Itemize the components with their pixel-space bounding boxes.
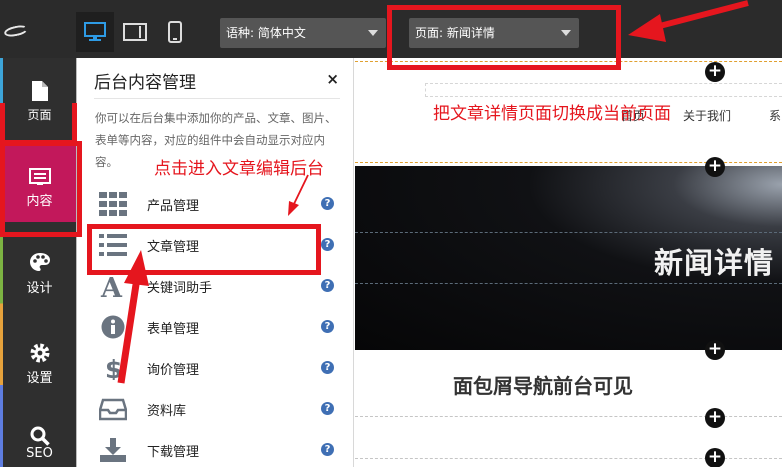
add-section-button[interactable]: +	[705, 408, 725, 428]
highlight-nav-content	[0, 141, 82, 237]
file-icon	[31, 81, 48, 101]
nav-link-more[interactable]: 系	[769, 107, 781, 124]
nav-label-settings: 设置	[26, 371, 53, 386]
brand-logo[interactable]	[3, 20, 68, 42]
tablet-icon	[123, 23, 147, 41]
menu-label-keywords: 关键词助手	[147, 281, 213, 296]
dollar-icon: $	[105, 356, 122, 380]
tablet-view-button[interactable]	[116, 12, 154, 52]
mobile-view-button[interactable]	[156, 12, 194, 52]
nav-label-design: 设计	[26, 281, 53, 296]
menu-label-inquiries: 询价管理	[147, 363, 200, 378]
add-section-button[interactable]: +	[705, 448, 725, 467]
menu-label-library: 资料库	[147, 404, 187, 419]
annotation-enter-article: 点击进入文章编辑后台	[154, 159, 324, 179]
annotation-switch-page: 把文章详情页面切换成当前页面	[433, 104, 671, 124]
menu-label-products: 产品管理	[147, 199, 200, 214]
menu-label-forms: 表单管理	[147, 322, 200, 337]
add-section-button[interactable]: +	[705, 62, 725, 82]
help-icon[interactable]: ?	[321, 443, 334, 456]
add-section-button[interactable]: +	[705, 340, 725, 360]
nav-item-settings[interactable]: 设置	[3, 316, 76, 396]
highlight-article-menu	[87, 224, 321, 275]
info-icon	[101, 315, 125, 339]
search-icon	[30, 426, 50, 446]
help-icon[interactable]: ?	[321, 320, 334, 333]
close-icon[interactable]: ×	[326, 70, 339, 88]
menu-item-inquiries[interactable]: $ 询价管理 ?	[95, 350, 341, 386]
help-icon[interactable]: ?	[321, 238, 334, 251]
breadcrumb: 面包屑导航前台可见	[453, 374, 633, 398]
help-icon[interactable]: ?	[321, 361, 334, 374]
palette-icon	[29, 253, 50, 271]
menu-item-library[interactable]: 资料库 ?	[95, 391, 341, 427]
menu-item-downloads[interactable]: 下载管理 ?	[95, 432, 341, 467]
download-icon	[100, 438, 126, 462]
gear-icon	[30, 343, 49, 363]
nav-link-about[interactable]: 关于我们	[683, 107, 731, 124]
help-icon[interactable]: ?	[321, 402, 334, 415]
language-select[interactable]: 语种: 简体中文	[220, 18, 386, 48]
svg-text:A: A	[100, 274, 123, 298]
nav-item-seo[interactable]: SEO	[3, 404, 76, 467]
chevron-down-icon	[368, 30, 378, 36]
highlight-page-select	[387, 5, 621, 70]
nav-label-seo: SEO	[26, 446, 53, 461]
highlight-nav-pages	[0, 103, 77, 145]
panel-title: 后台内容管理	[94, 73, 196, 93]
nav-item-design[interactable]: 设计	[3, 230, 76, 310]
add-section-button[interactable]: +	[705, 157, 725, 177]
menu-item-forms[interactable]: 表单管理 ?	[95, 309, 341, 345]
banner-title: 新闻详情	[653, 246, 774, 280]
menu-label-downloads: 下载管理	[147, 445, 200, 460]
monitor-icon	[84, 22, 106, 41]
svg-text:$: $	[105, 356, 122, 380]
menu-item-products[interactable]: 产品管理 ?	[95, 186, 341, 222]
phone-icon	[168, 21, 182, 43]
font-icon: A	[100, 274, 123, 298]
inbox-icon	[99, 398, 127, 421]
help-icon[interactable]: ?	[321, 279, 334, 292]
language-select-value: 语种: 简体中文	[226, 26, 306, 40]
help-icon[interactable]: ?	[321, 197, 334, 210]
desktop-view-button[interactable]	[76, 12, 114, 52]
grid-icon	[99, 192, 127, 216]
